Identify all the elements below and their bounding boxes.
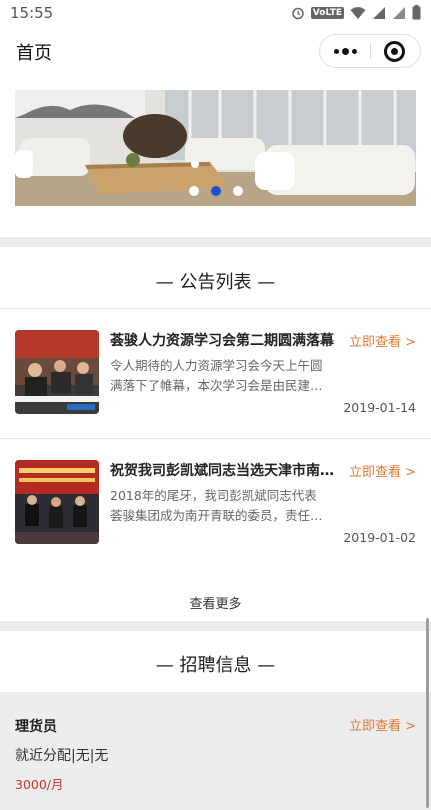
notice-date: 2019-01-14 bbox=[343, 400, 416, 415]
notice-item[interactable]: 祝贺我司彭凯斌同志当选天津市南开区青联委员 立即查看 > 2018年的尾牙，我司… bbox=[0, 438, 431, 568]
section-divider bbox=[0, 237, 431, 247]
more-dot-icon bbox=[351, 48, 357, 54]
scrollbar[interactable] bbox=[426, 618, 429, 808]
nav-bar: 首页 bbox=[0, 26, 431, 76]
job-salary: 3000/月 bbox=[15, 777, 64, 792]
volte-badge: VoLTE bbox=[310, 6, 344, 19]
notice-title[interactable]: 祝贺我司彭凯斌同志当选天津市南开区青联委员 bbox=[110, 460, 346, 480]
job-info: 就近分配|无|无 bbox=[15, 748, 109, 764]
view-now-link[interactable]: 立即查看 > bbox=[349, 461, 416, 480]
page-title: 首页 bbox=[16, 43, 52, 64]
job-item[interactable]: 理货员 立即查看 > 就近分配|无|无 3000/月 bbox=[0, 692, 431, 810]
signal-icon-2 bbox=[393, 6, 405, 19]
see-more-button[interactable]: 查看更多 bbox=[0, 593, 431, 612]
wifi-icon bbox=[350, 6, 366, 19]
capsule-divider bbox=[370, 43, 371, 59]
notice-photo-meeting bbox=[15, 330, 99, 414]
notice-title[interactable]: 荟骏人力资源学习会第二期圆满落幕 bbox=[110, 330, 346, 350]
carousel-dot-active[interactable] bbox=[210, 186, 221, 196]
signal-icon bbox=[373, 6, 385, 19]
alarm-icon bbox=[292, 7, 304, 19]
notice-thumbnail bbox=[15, 330, 99, 414]
section-divider bbox=[0, 621, 431, 631]
more-dot-icon bbox=[333, 48, 339, 54]
banner-carousel[interactable] bbox=[15, 90, 416, 206]
close-target-icon[interactable] bbox=[384, 41, 405, 62]
job-list-heading: — 招聘信息 — bbox=[155, 655, 276, 676]
carousel-dot[interactable] bbox=[232, 186, 243, 196]
notice-summary: 2018年的尾牙，我司彭凯斌同志代表荟骏集团成为南开青联的委员，责任… bbox=[110, 488, 323, 523]
notice-list-heading: — 公告列表 — bbox=[155, 272, 276, 293]
more-dot-icon bbox=[341, 47, 349, 55]
view-now-link[interactable]: 立即查看 > bbox=[349, 331, 416, 350]
status-icons: VoLTE bbox=[291, 5, 421, 20]
status-time: 15:55 bbox=[10, 4, 54, 22]
notice-summary: 令人期待的人力资源学习会今天上午圆满落下了帷幕，本次学习会是由民建… bbox=[110, 358, 323, 393]
more-button[interactable] bbox=[320, 35, 370, 67]
battery-icon bbox=[412, 5, 421, 20]
notice-thumbnail bbox=[15, 460, 99, 544]
mini-program-capsule bbox=[319, 34, 421, 68]
notice-date: 2019-01-02 bbox=[343, 530, 416, 545]
notice-item[interactable]: 荟骏人力资源学习会第二期圆满落幕 立即查看 > 令人期待的人力资源学习会今天上午… bbox=[0, 308, 431, 438]
carousel-dot[interactable] bbox=[188, 186, 199, 196]
job-title[interactable]: 理货员 bbox=[15, 716, 57, 736]
carousel-indicators bbox=[15, 186, 416, 196]
notice-photo-stage bbox=[15, 460, 99, 544]
view-now-link[interactable]: 立即查看 > bbox=[349, 715, 416, 734]
status-bar: 15:55 VoLTE bbox=[0, 0, 431, 26]
